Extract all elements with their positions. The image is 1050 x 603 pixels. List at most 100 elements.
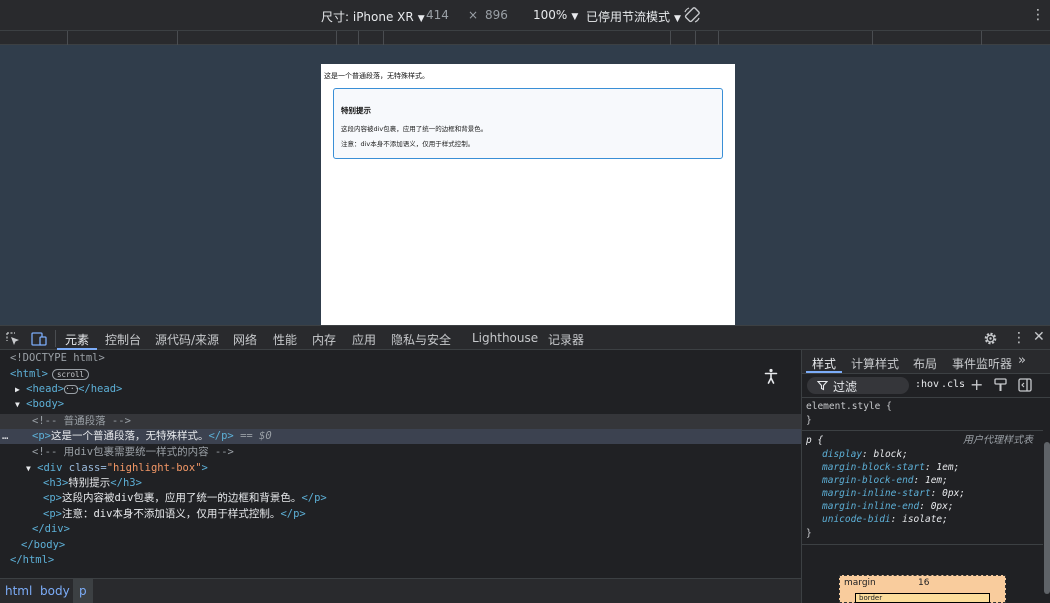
breadcrumb-body[interactable]: body [40,584,70,598]
breadcrumb-html[interactable]: html [5,584,32,598]
preview-box-paragraph-2: 注意：div本身不添加语义，仅用于样式控制。 [341,140,475,148]
property-name: margin-block-start [822,462,925,473]
tab-application[interactable]: 应用 [352,331,376,348]
sidebar-toggle-icon[interactable] [1018,378,1032,392]
accessibility-icon[interactable] [763,368,779,384]
chevron-double-right-icon[interactable]: » [1018,353,1026,368]
box-model-border-label: border [859,594,883,602]
breadcrumb-p[interactable]: p [79,584,87,598]
div-attr-value: "highlight-box" [106,462,202,474]
filter-icon [817,380,828,391]
scroll-badge[interactable]: scroll [51,368,90,380]
tree-head[interactable]: ▶ <head>···</head> [15,382,122,397]
rotate-icon[interactable] [683,6,701,24]
tab-lighthouse[interactable]: Lighthouse [472,331,538,345]
div-attr-name: class= [68,462,107,474]
user-agent-label: 用户代理样式表 [963,435,1033,446]
tab-elements[interactable]: 元素 [65,331,89,348]
box-model-margin-value[interactable]: 16 [918,578,929,588]
element-style-selector[interactable]: element.style { [806,400,892,413]
hov-toggle[interactable]: :hov [915,379,939,390]
p-open-tag: <p> [43,508,62,520]
paint-brush-icon[interactable] [994,378,1007,392]
tree-body-open[interactable]: ▼ <body> [15,397,64,412]
collapse-arrow-icon[interactable]: ▼ [26,464,31,473]
device-screen[interactable]: 这是一个普通段落，无特殊样式。 特别提示 这段内容被div包裹，应用了统一的边框… [321,64,735,325]
property-name: margin-inline-start [822,488,931,499]
preview-plain-paragraph: 这是一个普通段落，无特殊样式。 [324,72,429,80]
filter-placeholder: 过滤 [833,380,858,394]
collapse-arrow-icon[interactable]: ▼ [15,400,20,409]
style-property[interactable]: margin-inline-start: 0px; [822,487,965,500]
row-options-dots[interactable]: … [2,429,8,444]
tree-html-close[interactable]: </html> [10,553,54,568]
styles-filter-row: 过滤 :hov .cls + [802,374,1050,398]
style-property[interactable]: margin-block-end: 1em; [822,474,948,487]
preview-box-paragraph-1: 这段内容被div包裹，应用了统一的边框和背景色。 [341,125,488,133]
p-close-tag: </p> [301,492,327,504]
tab-memory[interactable]: 内存 [312,331,336,348]
expand-arrow-icon[interactable]: ▶ [15,385,20,394]
more-options-icon[interactable]: ⋮ [1012,330,1026,346]
tree-comment-plain[interactable]: <!-- 普通段落 --> [32,414,131,429]
tab-layout[interactable]: 布局 [913,355,937,372]
tree-html-open[interactable]: <html> scroll [10,367,90,382]
p3-text: 注意：div本身不添加语义，仅用于样式控制。 [61,508,281,520]
tree-div-close[interactable]: </div> [32,522,70,537]
tab-privacy-security[interactable]: 隐私与安全 [391,331,451,348]
tree-div-open[interactable]: ▼ <div class="highlight-box"> [26,461,208,476]
property-name: margin-inline-end [822,501,920,512]
tree-p3[interactable]: <p>注意：div本身不添加语义，仅用于样式控制。</p> [43,507,306,522]
filter-input[interactable]: 过滤 [807,377,909,394]
h3-close-tag: </h3> [110,477,142,489]
ellipsis-icon[interactable]: ··· [64,384,80,394]
chevron-down-icon: ▼ [674,14,681,24]
inspect-element-icon[interactable] [6,332,20,346]
more-options-icon[interactable]: ⋮ [1031,8,1045,22]
tab-styles[interactable]: 样式 [812,355,836,372]
tab-console[interactable]: 控制台 [105,331,141,348]
new-rule-icon[interactable]: + [970,377,983,393]
box-model-diagram[interactable]: margin 16 border [839,575,1006,603]
box-model-margin-label: margin [844,578,876,588]
styles-sidebar: 样式 计算样式 布局 事件监听器 » 过滤 :hov .cls + elemen… [801,350,1050,603]
style-property[interactable]: margin-inline-end: 0px; [822,500,954,513]
device-toolbar-toggle-icon[interactable] [31,332,47,346]
tree-h3[interactable]: <h3>特别提示</h3> [43,476,142,491]
gear-icon[interactable] [983,331,998,346]
cls-toggle[interactable]: .cls [941,379,965,390]
p-open-tag: <p> [43,492,62,504]
style-property[interactable]: unicode-bidi: isolate; [822,513,948,526]
tab-computed[interactable]: 计算样式 [851,355,899,372]
close-icon[interactable]: ✕ [1033,330,1046,344]
tab-sources[interactable]: 源代码/来源 [155,331,219,348]
selected-marker: == $0 [240,430,272,442]
width-input[interactable]: 414 [426,8,449,22]
device-select[interactable]: 尺寸: iPhone XR ▼ [321,8,425,25]
style-property[interactable]: display: block; [822,448,908,461]
property-value: block; [873,449,908,460]
scrollbar-thumb[interactable] [1044,442,1050,594]
property-value: 0px; [930,501,954,512]
height-input[interactable]: 896 [485,8,508,22]
tab-recorder[interactable]: 记录器 [548,331,584,348]
styles-scrollbar[interactable] [1043,398,1050,603]
tab-event-listeners[interactable]: 事件监听器 [952,355,1012,372]
tree-doctype[interactable]: <!DOCTYPE html> [10,351,105,366]
p-rule-selector[interactable]: p { [806,434,823,447]
breadcrumb: html body p [0,578,801,603]
throttle-select[interactable]: 已停用节流模式 ▼ [586,8,681,25]
zoom-label: 100% [533,8,568,22]
h3-text: 特别提示 [68,477,111,489]
tree-body-close[interactable]: </body> [21,538,65,553]
tree-p-selected[interactable]: <p>这是一个普通段落，无特殊样式。</p> == $0 [32,429,272,444]
property-value: 1em; [924,475,948,486]
html-tag: <html> [10,368,48,380]
tab-network[interactable]: 网络 [233,331,257,348]
tree-comment-div[interactable]: <!-- 用div包裹需要统一样式的内容 --> [32,445,234,460]
tab-performance[interactable]: 性能 [273,331,297,348]
style-property[interactable]: margin-block-start: 1em; [822,461,959,474]
tree-p2[interactable]: <p>这段内容被div包裹，应用了统一的边框和背景色。</p> [43,491,327,506]
zoom-select[interactable]: 100% ▼ [533,8,578,22]
preview-box-title: 特别提示 [341,106,371,115]
